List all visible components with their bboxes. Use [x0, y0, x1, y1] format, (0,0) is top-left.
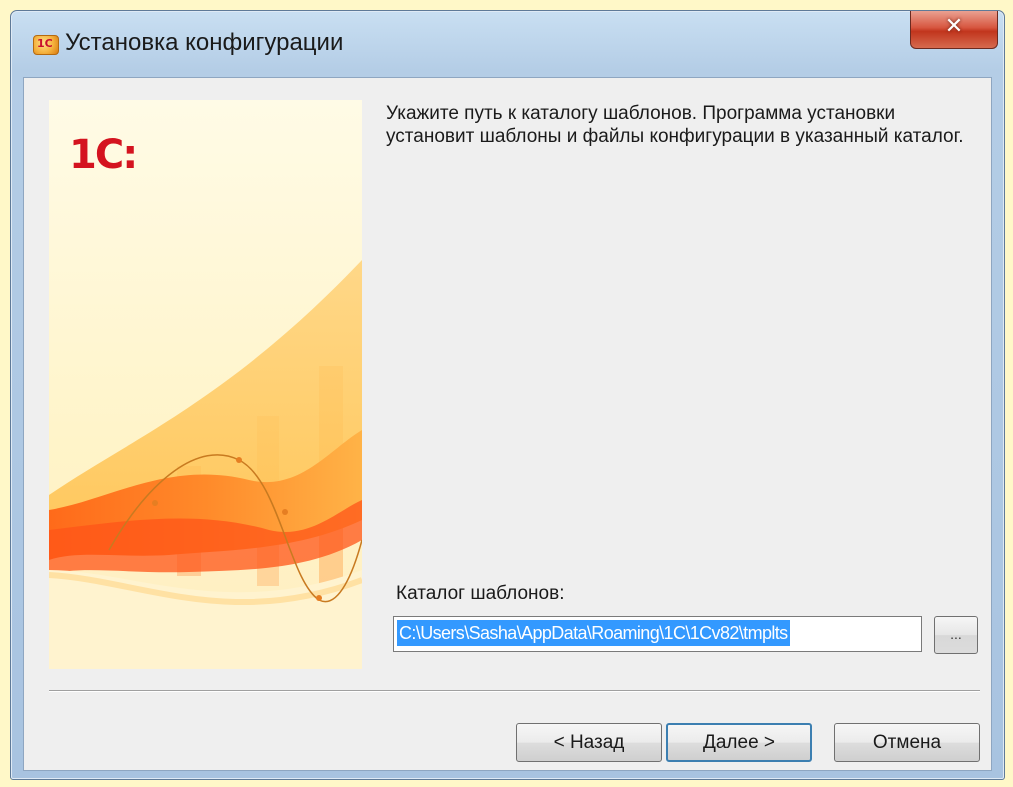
installer-window: 1С Установка конфигурации ✕ 1С: Укажите … [10, 10, 1005, 780]
close-icon: ✕ [944, 14, 964, 39]
template-path-value: C:\Users\Sasha\AppData\Roaming\1C\1Cv82\… [397, 620, 790, 646]
back-button[interactable]: < Назад [516, 723, 662, 762]
wizard-side-banner: 1С: [49, 100, 362, 669]
catalog-label: Каталог шаблонов: [396, 583, 565, 604]
cancel-button[interactable]: Отмена [834, 723, 980, 762]
title-bar[interactable]: 1С Установка конфигурации ✕ [11, 11, 1004, 77]
instruction-text: Укажите путь к каталогу шаблонов. Програ… [386, 103, 964, 147]
close-button[interactable]: ✕ [910, 11, 998, 49]
app-1c-icon: 1С [33, 35, 59, 55]
next-button[interactable]: Далее > [666, 723, 812, 762]
banner-graphic [49, 260, 362, 669]
button-divider [49, 690, 980, 692]
1c-logo: 1С: [69, 132, 138, 178]
template-path-input[interactable]: C:\Users\Sasha\AppData\Roaming\1C\1Cv82\… [393, 616, 922, 652]
window-title: Установка конфигурации [65, 29, 344, 56]
dialog-content: 1С: Укажите путь к каталогу шаблонов. Пр… [23, 77, 992, 771]
browse-button[interactable]: ... [934, 616, 978, 654]
